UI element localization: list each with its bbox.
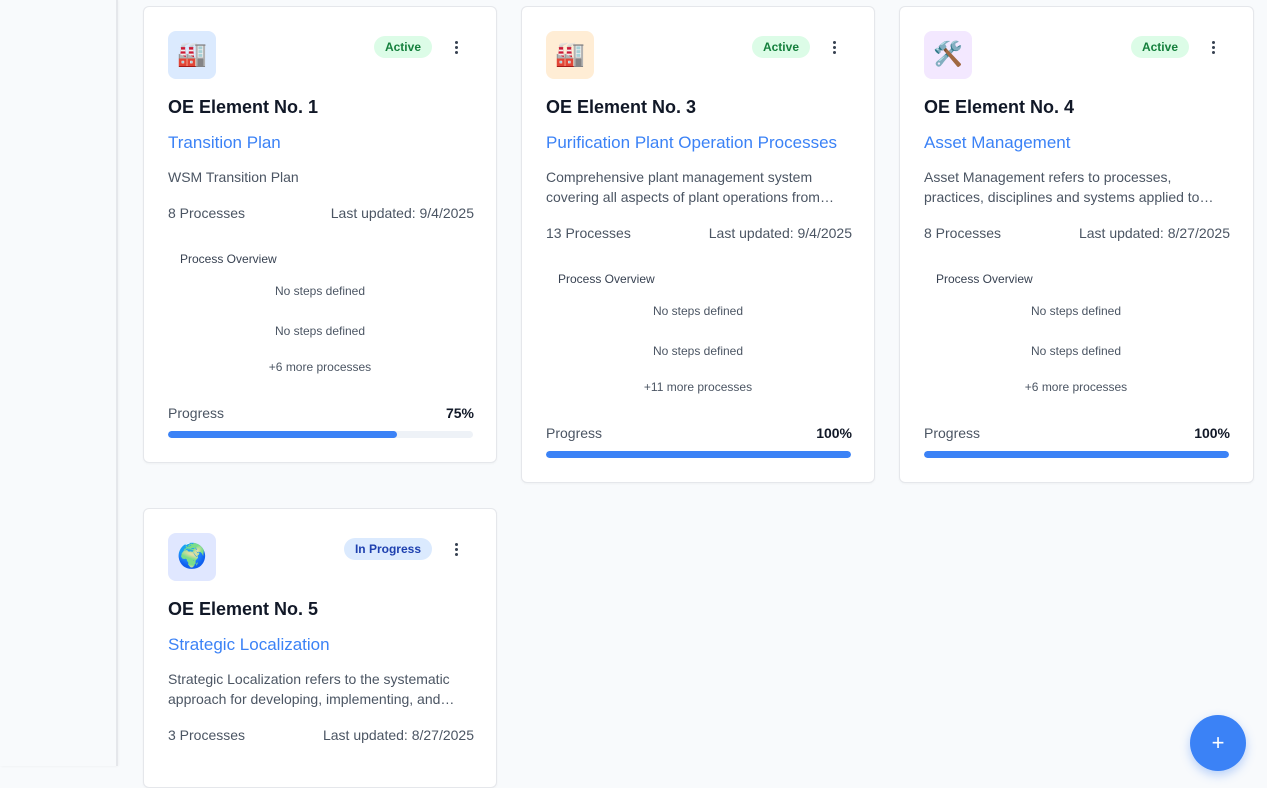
- card-title: OE Element No. 3: [546, 97, 697, 117]
- progress-row: Progress 100%: [924, 425, 1230, 441]
- progress-label: Progress: [546, 425, 603, 441]
- process-step-placeholder: No steps defined: [652, 304, 744, 318]
- card-title: OE Element No. 5: [168, 599, 319, 619]
- card-description: Comprehensive plant management system co…: [546, 169, 820, 205]
- oe-element-card[interactable]: 🏭 Active OE Element No. 1 Transition Pla…: [143, 6, 497, 463]
- last-updated: Last updated: 9/4/2025: [330, 205, 474, 221]
- oe-element-card[interactable]: 🌍 In Progress OE Element No. 5 Strategic…: [143, 508, 497, 788]
- more-processes-link[interactable]: +6 more processes: [900, 380, 1252, 394]
- card-subtitle-link[interactable]: Purification Plant Operation Processes: [546, 133, 837, 153]
- status-badge: Active: [751, 36, 810, 58]
- factory-icon: 🏭: [168, 31, 216, 79]
- more-options-icon[interactable]: [448, 541, 464, 557]
- sidebar-divider: [116, 0, 118, 766]
- progress-bar: [546, 451, 851, 458]
- last-updated: Last updated: 9/4/2025: [708, 225, 852, 241]
- progress-bar-fill: [546, 451, 851, 458]
- process-step-placeholder: No steps defined: [652, 344, 744, 358]
- factory-icon: 🏭: [546, 31, 594, 79]
- process-step-placeholder: No steps defined: [274, 324, 366, 338]
- progress-bar: [168, 431, 473, 438]
- more-options-icon[interactable]: [826, 39, 842, 55]
- last-updated: Last updated: 8/27/2025: [322, 727, 474, 743]
- card-meta: 8 Processes Last updated: 8/27/2025: [924, 225, 1230, 241]
- more-options-icon[interactable]: [1205, 39, 1221, 55]
- progress-percent: 100%: [1194, 425, 1230, 441]
- add-button[interactable]: +: [1190, 715, 1246, 771]
- process-count: 13 Processes: [546, 225, 631, 241]
- process-count: 8 Processes: [168, 205, 246, 221]
- card-title: OE Element No. 1: [168, 97, 319, 117]
- process-step-placeholder: No steps defined: [1030, 344, 1122, 358]
- progress-bar-fill: [168, 431, 397, 438]
- process-overview-title: Process Overview: [558, 272, 655, 286]
- status-badge: Active: [373, 36, 432, 58]
- more-options-icon[interactable]: [448, 39, 464, 55]
- card-meta: 13 Processes Last updated: 9/4/2025: [546, 225, 852, 241]
- card-title: OE Element No. 4: [924, 97, 1075, 117]
- sidebar: [0, 0, 117, 766]
- card-subtitle-link[interactable]: Transition Plan: [168, 133, 281, 153]
- oe-element-card[interactable]: 🏭 Active OE Element No. 3 Purification P…: [521, 6, 875, 483]
- process-overview-title: Process Overview: [180, 252, 277, 266]
- more-processes-link[interactable]: +11 more processes: [522, 380, 874, 394]
- card-meta: 8 Processes Last updated: 9/4/2025: [168, 205, 474, 221]
- process-count: 3 Processes: [168, 727, 246, 743]
- card-description: Strategic Localization refers to the sys…: [168, 671, 450, 707]
- progress-percent: 75%: [445, 405, 474, 421]
- progress-row: Progress 75%: [168, 405, 474, 421]
- more-processes-link[interactable]: +6 more processes: [144, 360, 496, 374]
- process-overview-title: Process Overview: [936, 272, 1033, 286]
- last-updated: Last updated: 8/27/2025: [1078, 225, 1230, 241]
- status-badge: Active: [1130, 36, 1189, 58]
- card-subtitle-link[interactable]: Strategic Localization: [168, 635, 330, 655]
- progress-percent: 100%: [816, 425, 852, 441]
- tools-icon: 🛠️: [924, 31, 972, 79]
- card-description: Asset Management refers to processes, pr…: [924, 169, 1200, 205]
- progress-row: Progress 100%: [546, 425, 852, 441]
- oe-element-card[interactable]: 🛠️ Active OE Element No. 4 Asset Managem…: [899, 6, 1254, 483]
- process-count: 8 Processes: [924, 225, 1002, 241]
- card-meta: 3 Processes Last updated: 8/27/2025: [168, 727, 474, 743]
- card-subtitle-link[interactable]: Asset Management: [924, 133, 1070, 153]
- status-badge: In Progress: [343, 538, 432, 560]
- progress-bar-fill: [924, 451, 1229, 458]
- progress-bar: [924, 451, 1229, 458]
- progress-label: Progress: [168, 405, 225, 421]
- process-step-placeholder: No steps defined: [274, 284, 366, 298]
- card-description: WSM Transition Plan: [168, 169, 299, 185]
- globe-icon: 🌍: [168, 533, 216, 581]
- process-step-placeholder: No steps defined: [1030, 304, 1122, 318]
- progress-label: Progress: [924, 425, 981, 441]
